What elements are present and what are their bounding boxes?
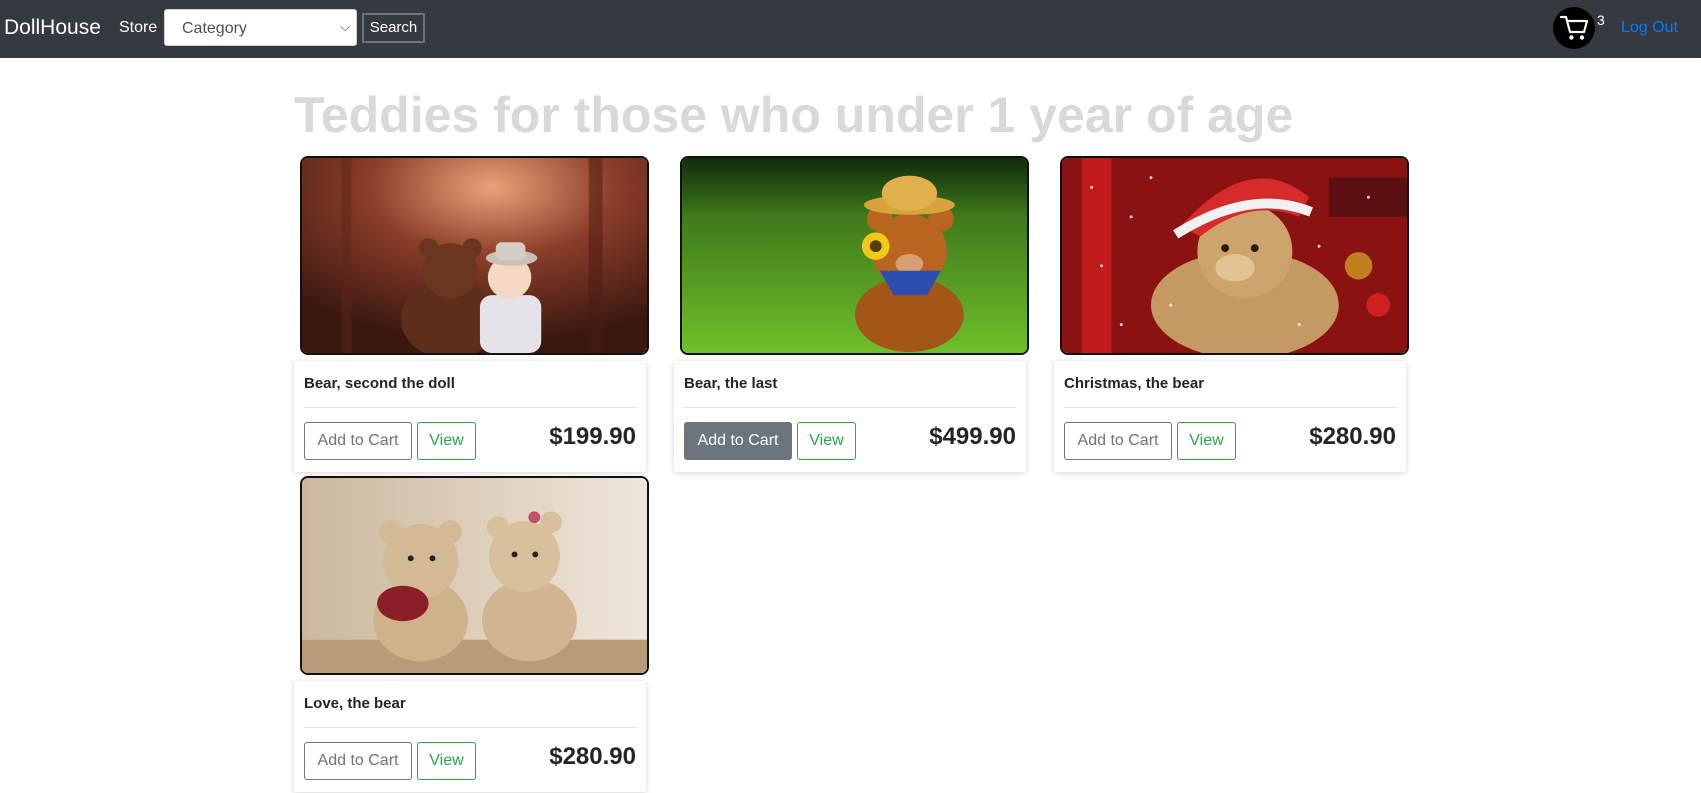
- top-navbar: DollHouse Store Category ⌵ Search 3 Log …: [0, 0, 1701, 58]
- logout-link[interactable]: Log Out: [1621, 19, 1678, 37]
- teddy-with-child-image: [300, 156, 649, 355]
- add-to-cart-button[interactable]: Add to Cart: [684, 422, 792, 460]
- add-to-cart-button[interactable]: Add to Cart: [304, 422, 412, 460]
- product-card: Love, the bear Add to Cart View $280.90: [294, 476, 649, 792]
- nav-store-link[interactable]: Store: [119, 19, 157, 37]
- add-to-cart-button[interactable]: Add to Cart: [1064, 422, 1172, 460]
- cart-count-badge: 3: [1597, 12, 1605, 28]
- brand-logo-link[interactable]: DollHouse: [4, 16, 101, 40]
- view-button[interactable]: View: [417, 422, 476, 460]
- add-to-cart-button[interactable]: Add to Cart: [304, 742, 412, 780]
- category-select[interactable]: Category ⌵: [164, 9, 357, 46]
- view-button[interactable]: View: [417, 742, 476, 780]
- product-card-body: Bear, the last Add to Cart View $499.90: [674, 361, 1026, 472]
- search-button[interactable]: Search: [362, 13, 425, 43]
- product-card: Bear, the last Add to Cart View $499.90: [674, 156, 1029, 472]
- product-price: $499.90: [929, 423, 1016, 450]
- product-name: Love, the bear: [304, 695, 406, 712]
- chevron-down-icon: ⌵: [340, 19, 350, 34]
- product-card-body: Bear, second the doll Add to Cart View $…: [294, 361, 646, 472]
- category-select-value: Category: [182, 20, 247, 37]
- christmas-teddy-image: [1060, 156, 1409, 355]
- divider: [684, 407, 1016, 408]
- product-card-body: Christmas, the bear Add to Cart View $28…: [1054, 361, 1406, 472]
- divider: [1064, 407, 1396, 408]
- teddy-in-grass-image: [680, 156, 1029, 355]
- product-price: $199.90: [549, 423, 636, 450]
- divider: [304, 727, 636, 728]
- cart-button[interactable]: [1553, 7, 1595, 49]
- divider: [304, 407, 636, 408]
- page-title: Teddies for those who under 1 year of ag…: [294, 87, 1294, 143]
- product-card: Bear, second the doll Add to Cart View $…: [294, 156, 649, 472]
- product-price: $280.90: [1309, 423, 1396, 450]
- product-price: $280.90: [549, 743, 636, 770]
- product-name: Bear, second the doll: [304, 375, 455, 392]
- product-card-body: Love, the bear Add to Cart View $280.90: [294, 681, 646, 792]
- shopping-cart-icon: [1559, 15, 1589, 40]
- view-button[interactable]: View: [1177, 422, 1236, 460]
- product-name: Christmas, the bear: [1064, 375, 1205, 392]
- product-name: Bear, the last: [684, 375, 778, 392]
- teddy-couple-image: [300, 476, 649, 675]
- product-card: Christmas, the bear Add to Cart View $28…: [1054, 156, 1409, 472]
- view-button[interactable]: View: [797, 422, 856, 460]
